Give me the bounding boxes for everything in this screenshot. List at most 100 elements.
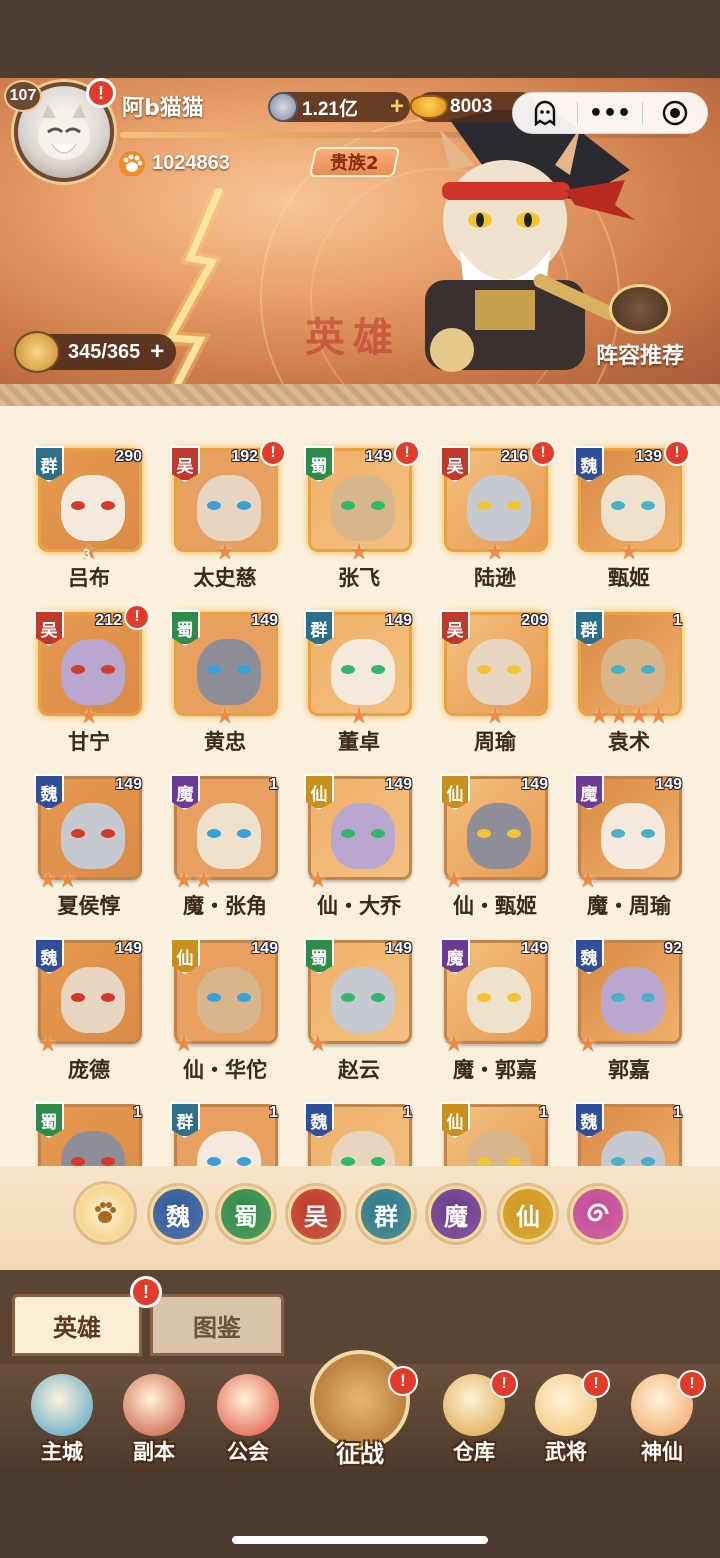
hero-card[interactable]: 蜀 149 ★ 黄忠 bbox=[170, 588, 280, 754]
nav-label: 神仙 bbox=[641, 1440, 683, 1464]
more-options-button[interactable]: ••• bbox=[578, 93, 642, 133]
star-rating: ★ bbox=[444, 1034, 464, 1056]
tab-codex[interactable]: 图鉴 bbox=[150, 1294, 284, 1356]
star-rating: ★ ★ bbox=[174, 870, 213, 892]
hero-alert-icon: ! bbox=[394, 440, 420, 466]
star-icon: ★ bbox=[619, 540, 639, 565]
nav-label: 主城 bbox=[41, 1440, 83, 1464]
hero-card[interactable]: 群 290 ★ 3 吕布 bbox=[34, 424, 144, 590]
filter-faction-button[interactable]: 蜀 bbox=[218, 1186, 274, 1242]
hero-card[interactable]: 群1 bbox=[170, 1080, 280, 1166]
spiral-icon bbox=[587, 1203, 609, 1222]
hero-card[interactable]: 吴 192! ★ 太史慈 bbox=[170, 424, 286, 590]
silver-resource[interactable]: 1.21亿 + bbox=[268, 92, 410, 122]
hero-eye bbox=[371, 1157, 385, 1166]
hero-level: 149 bbox=[385, 612, 412, 629]
filter-spiral[interactable] bbox=[570, 1186, 626, 1242]
hero-card[interactable]: 蜀1 bbox=[34, 1080, 144, 1166]
hero-level: 92 bbox=[664, 940, 682, 957]
nav-item[interactable]: 神仙! bbox=[622, 1370, 706, 1470]
nav-alert-icon: ! bbox=[678, 1370, 706, 1398]
star-rating: ★ bbox=[574, 542, 684, 564]
hero-eye bbox=[341, 1157, 355, 1166]
status-bar-area bbox=[0, 0, 720, 78]
nav-campaign[interactable]: 征战! bbox=[304, 1350, 418, 1468]
filter-faction-button[interactable]: 魔 bbox=[428, 1186, 484, 1242]
lineup-recommend-button[interactable]: 阵容推荐 bbox=[596, 284, 684, 370]
hero-eye bbox=[71, 501, 85, 510]
hero-level: 1 bbox=[673, 612, 682, 629]
hero-alert-icon: ! bbox=[260, 440, 286, 466]
hero-cat-face bbox=[61, 803, 125, 869]
star-count: 3 bbox=[83, 546, 91, 561]
hero-card[interactable]: 仙 149 ★ 仙・大乔 bbox=[304, 752, 414, 918]
hero-card[interactable]: 蜀 149 ★ 赵云 bbox=[304, 916, 414, 1082]
hero-card[interactable]: 魏 139! ★ 甄姬 bbox=[574, 424, 690, 590]
hero-alert-icon: ! bbox=[124, 604, 150, 630]
star-icon: ★ bbox=[349, 704, 369, 729]
hero-card[interactable]: 仙1 bbox=[440, 1080, 550, 1166]
vip-badge[interactable]: 贵族2 bbox=[308, 147, 400, 177]
tab-heroes[interactable]: 英雄 bbox=[12, 1294, 142, 1356]
star-icon: ★ bbox=[589, 704, 610, 729]
add-silver-icon[interactable]: + bbox=[390, 93, 404, 121]
hero-eye bbox=[101, 501, 115, 510]
paw-points-value: 1024863 bbox=[152, 151, 230, 174]
hero-card[interactable]: 吴 216! ★ 陆逊 bbox=[440, 424, 556, 590]
hero-eye bbox=[611, 665, 625, 674]
filter-faction-button[interactable]: 魏 bbox=[150, 1186, 206, 1242]
nav-alert-icon: ! bbox=[582, 1370, 610, 1398]
nav-alert-icon: ! bbox=[490, 1370, 518, 1398]
hero-card[interactable]: 魏 92 ★ 郭嘉 bbox=[574, 916, 684, 1082]
hero-card[interactable]: 魏 149 ★ 庞德 bbox=[34, 916, 144, 1082]
vip-label: 贵族2 bbox=[330, 153, 379, 174]
nav-item[interactable]: 武将! bbox=[526, 1370, 610, 1470]
hero-card[interactable]: 魔 149 ★ 魔・周瑜 bbox=[574, 752, 684, 918]
nav-icon bbox=[217, 1374, 279, 1436]
add-stamina-icon[interactable]: + bbox=[150, 338, 164, 366]
hero-eye bbox=[507, 1157, 521, 1166]
hero-cat-face bbox=[601, 967, 665, 1033]
hero-level: 139 bbox=[635, 448, 662, 465]
hero-eye bbox=[371, 501, 385, 510]
hero-card[interactable]: 蜀 149! ★ 张飞 bbox=[304, 424, 420, 590]
hero-eye bbox=[101, 1157, 115, 1166]
star-icon: ★ bbox=[578, 1032, 598, 1057]
hero-eye bbox=[207, 1157, 221, 1166]
star-icon: ★ bbox=[79, 704, 99, 729]
hero-eye bbox=[641, 501, 655, 510]
filter-faction-button[interactable]: 仙 bbox=[500, 1186, 556, 1242]
filter-faction-button[interactable]: 吴 bbox=[288, 1186, 344, 1242]
hero-card[interactable]: 魏 149 ★ ★ 夏侯惇 bbox=[34, 752, 144, 918]
hero-level: 149 bbox=[115, 940, 142, 957]
nav-item[interactable]: 主城 bbox=[22, 1374, 102, 1470]
filter-paw[interactable] bbox=[76, 1184, 134, 1242]
hero-card[interactable]: 仙 149 ★ 仙・华佗 bbox=[170, 916, 280, 1082]
nav-item[interactable]: 仓库! bbox=[434, 1370, 518, 1470]
hero-card[interactable]: 吴 212! ★ 甘宁 bbox=[34, 588, 150, 754]
hero-cat-face bbox=[331, 967, 395, 1033]
nav-icon bbox=[31, 1374, 93, 1436]
hero-card[interactable]: 魔 1 ★ ★ 魔・张角 bbox=[170, 752, 280, 918]
close-miniprogram-button[interactable] bbox=[643, 93, 707, 133]
filter-faction-button[interactable]: 群 bbox=[358, 1186, 414, 1242]
hero-card[interactable]: 吴 209 ★ 周瑜 bbox=[440, 588, 550, 754]
nav-item[interactable]: 副本 bbox=[114, 1374, 194, 1470]
hero-card[interactable]: 仙 149 ★ 仙・甄姬 bbox=[440, 752, 550, 918]
home-indicator[interactable] bbox=[232, 1536, 488, 1544]
hero-card[interactable]: 魏1 bbox=[574, 1080, 684, 1166]
hero-card[interactable]: 群 1 ★ ★ ★ ★ 袁术 bbox=[574, 588, 684, 754]
hero-level: 1 bbox=[673, 1104, 682, 1121]
hero-card[interactable]: 群 149 ★ 董卓 bbox=[304, 588, 414, 754]
hero-card[interactable]: 魔 149 ★ 魔・郭嘉 bbox=[440, 916, 550, 1082]
nav-item[interactable]: 公会 bbox=[208, 1374, 288, 1470]
paw-icon bbox=[119, 151, 145, 176]
hero-level: 1 bbox=[133, 1104, 142, 1121]
hero-cat-face bbox=[601, 475, 665, 541]
hero-eye bbox=[641, 665, 655, 674]
ghost-icon[interactable] bbox=[513, 93, 577, 133]
star-rating: ★ bbox=[444, 870, 464, 892]
hero-level: 149 bbox=[521, 940, 548, 957]
stamina-pill[interactable]: 345/365 + bbox=[14, 331, 177, 373]
hero-card[interactable]: 魏1 bbox=[304, 1080, 414, 1166]
